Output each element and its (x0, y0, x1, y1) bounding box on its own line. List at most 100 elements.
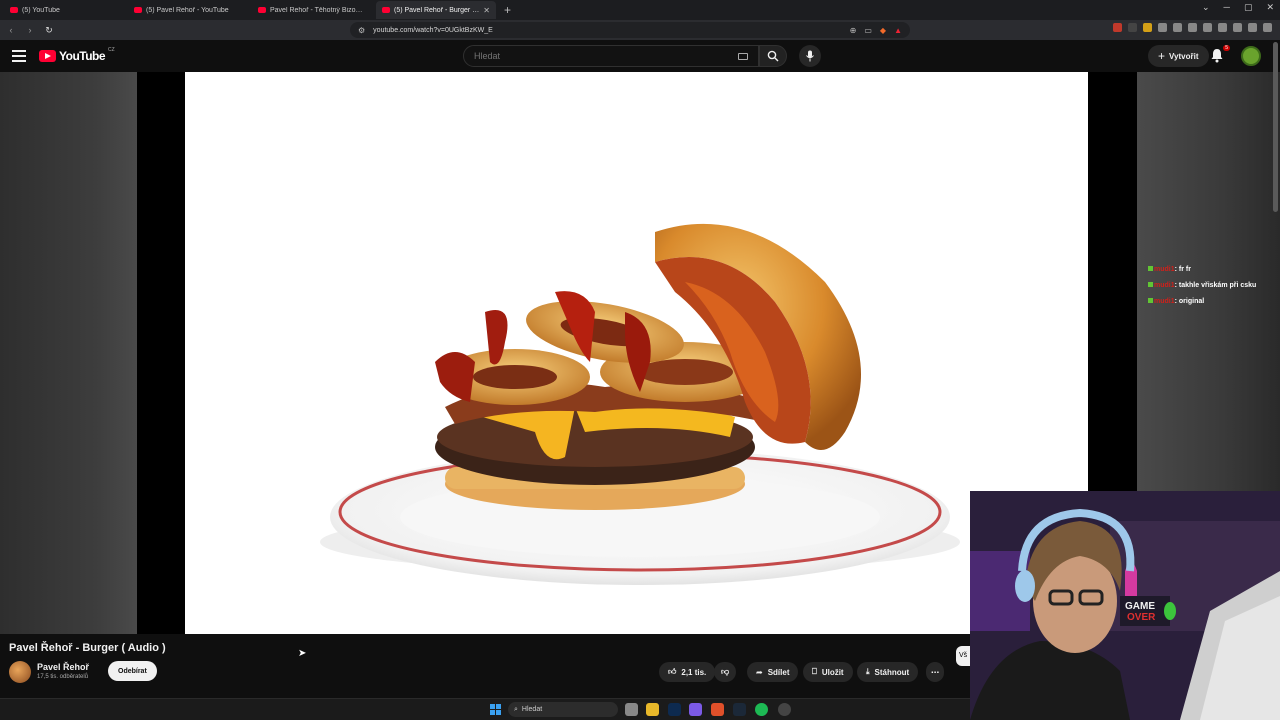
extension-icon[interactable] (1143, 23, 1152, 32)
extension-icon[interactable] (1188, 23, 1197, 32)
download-button[interactable]: ⤓ Stáhnout (857, 662, 919, 682)
photoshop-icon[interactable] (668, 703, 681, 716)
cast-icon[interactable]: ▭ (864, 26, 872, 35)
notification-badge: 5 (1223, 45, 1230, 51)
taskbar-search[interactable]: ⌕ Hledat (508, 702, 618, 717)
browser-tab[interactable]: (5) YouTube (4, 1, 124, 19)
page-scrollbar[interactable] (1273, 42, 1278, 212)
chat-text: : original (1174, 298, 1205, 305)
browser-tab-strip: (5) YouTube (5) Pavel Řehoř - YouTube Pa… (0, 0, 1280, 20)
game-over-sign-line1: GAME (1125, 601, 1155, 612)
minimize-icon[interactable]: ─ (1224, 2, 1230, 13)
stream-chat-overlay: mudi1: fr fr mudi1: takhle vřiskám při c… (1148, 265, 1270, 313)
extension-icon[interactable] (1113, 23, 1122, 32)
more-actions-button[interactable]: ⋯ (926, 662, 944, 682)
search-input[interactable] (474, 51, 738, 61)
extension-icon[interactable] (1158, 23, 1167, 32)
webcam-overlay: GAME OVER (970, 491, 1280, 720)
tab-title: (5) Pavel Řehoř - YouTube (146, 6, 229, 14)
extension-icon[interactable] (1173, 23, 1182, 32)
task-view-icon[interactable] (625, 703, 638, 716)
back-icon[interactable]: ‹ (3, 25, 19, 35)
hamburger-menu-icon[interactable] (12, 50, 26, 62)
tab-title: Pavel Řehoř - Těhotný Bizon ( Audio (270, 6, 366, 14)
channel-name[interactable]: Pavel Řehoř (37, 662, 89, 672)
keyboard-icon[interactable] (738, 52, 748, 60)
country-code: CZ (108, 47, 115, 53)
browser-tab[interactable]: (5) Pavel Řehoř - YouTube (128, 1, 248, 19)
site-info-icon[interactable]: ⚙ (358, 26, 365, 35)
download-icon: ⤓ (866, 667, 870, 676)
url-text: youtube.com/watch?v=0UGktBzKW_E (373, 26, 493, 34)
like-button[interactable]: 👍︎ 2,1 tis. (659, 662, 716, 682)
forward-icon[interactable]: › (22, 25, 38, 35)
extension-icon[interactable] (1233, 23, 1242, 32)
extension-icon[interactable] (1128, 23, 1137, 32)
share-icon: ➦ (756, 667, 763, 677)
notifications-button[interactable]: 5 (1210, 45, 1230, 66)
spotify-icon[interactable] (755, 703, 768, 716)
like-count: 2,1 tis. (681, 667, 707, 677)
address-bar[interactable]: ⚙ youtube.com/watch?v=0UGktBzKW_E ⊕ ▭ ◆ … (350, 22, 910, 38)
browser-toolbar: ‹ › ↻ ⚙ youtube.com/watch?v=0UGktBzKW_E … (0, 20, 1280, 40)
video-frame[interactable] (185, 72, 1088, 634)
logo-text: YouTube (59, 49, 106, 63)
browser-tab-active[interactable]: (5) Pavel Řehoř - Burger ( Audi ✕ (376, 1, 496, 19)
subscribe-button[interactable]: Odebírat (108, 661, 157, 681)
chat-username: mudi1 (1154, 266, 1175, 273)
plus-icon: + (1158, 49, 1166, 63)
save-label: Uložit (821, 667, 844, 677)
maximize-icon[interactable]: ▢ (1244, 2, 1253, 13)
game-over-sign-line2: OVER (1127, 612, 1156, 623)
brave-rewards-icon[interactable]: ▲ (894, 26, 902, 35)
chat-message: mudi1: original (1148, 297, 1270, 307)
steam-icon[interactable] (733, 703, 746, 716)
filter-chip[interactable]: Vš (956, 646, 970, 666)
brave-shield-icon[interactable]: ◆ (880, 26, 886, 35)
discord-icon[interactable] (689, 703, 702, 716)
extensions-bar (1113, 23, 1272, 32)
youtube-logo[interactable]: YouTube CZ (39, 47, 115, 63)
create-button[interactable]: + Vytvořit (1148, 45, 1209, 67)
channel-avatar[interactable] (9, 661, 31, 683)
chat-badge-icon (1148, 282, 1153, 287)
search-icon (767, 50, 779, 62)
chevron-down-icon[interactable]: ⌄ (1202, 2, 1210, 13)
tab-title: (5) Pavel Řehoř - Burger ( Audi (394, 6, 479, 14)
extension-icon[interactable] (1203, 23, 1212, 32)
user-avatar[interactable] (1241, 46, 1261, 66)
new-tab-icon[interactable]: + (504, 3, 511, 17)
windows-start-icon[interactable] (490, 704, 501, 715)
chat-username: mudi1 (1154, 282, 1175, 289)
bookmark-icon: ⎕ (812, 667, 817, 676)
obs-icon[interactable] (778, 703, 791, 716)
file-explorer-icon[interactable] (646, 703, 659, 716)
browser-tab[interactable]: Pavel Řehoř - Těhotný Bizon ( Audio (252, 1, 372, 19)
dislike-button[interactable]: 👎︎ (714, 662, 737, 682)
video-info: Pavel Řehoř - Burger ( Audio ) Pavel Řeh… (0, 634, 970, 698)
extension-icon[interactable] (1218, 23, 1227, 32)
chat-badge-icon (1148, 298, 1153, 303)
search-button[interactable] (759, 45, 787, 67)
save-button[interactable]: ⎕ Uložit (803, 662, 853, 682)
search-box[interactable] (463, 45, 759, 67)
tab-title: (5) YouTube (22, 6, 60, 14)
close-tab-icon[interactable]: ✕ (483, 6, 490, 15)
thumbs-down-icon: 👎︎ (721, 667, 730, 676)
youtube-favicon-icon (134, 7, 142, 13)
close-window-icon[interactable]: ✕ (1266, 2, 1274, 13)
chat-badge-icon (1148, 266, 1153, 271)
subscriber-count: 17,5 tis. odběratelů (37, 674, 89, 680)
brave-browser-icon[interactable] (711, 703, 724, 716)
extension-icon[interactable] (1248, 23, 1257, 32)
reload-icon[interactable]: ↻ (41, 25, 57, 36)
zoom-icon[interactable]: ⊕ (850, 26, 857, 35)
chat-text: : fr fr (1174, 266, 1191, 273)
search-icon: ⌕ (514, 705, 518, 713)
voice-search-button[interactable] (799, 45, 821, 67)
video-title: Pavel Řehoř - Burger ( Audio ) (9, 642, 166, 654)
taskbar-search-label: Hledat (521, 706, 543, 713)
share-button[interactable]: ➦ Sdílet (747, 662, 799, 682)
youtube-favicon-icon (10, 7, 18, 13)
menu-icon[interactable] (1263, 23, 1272, 32)
